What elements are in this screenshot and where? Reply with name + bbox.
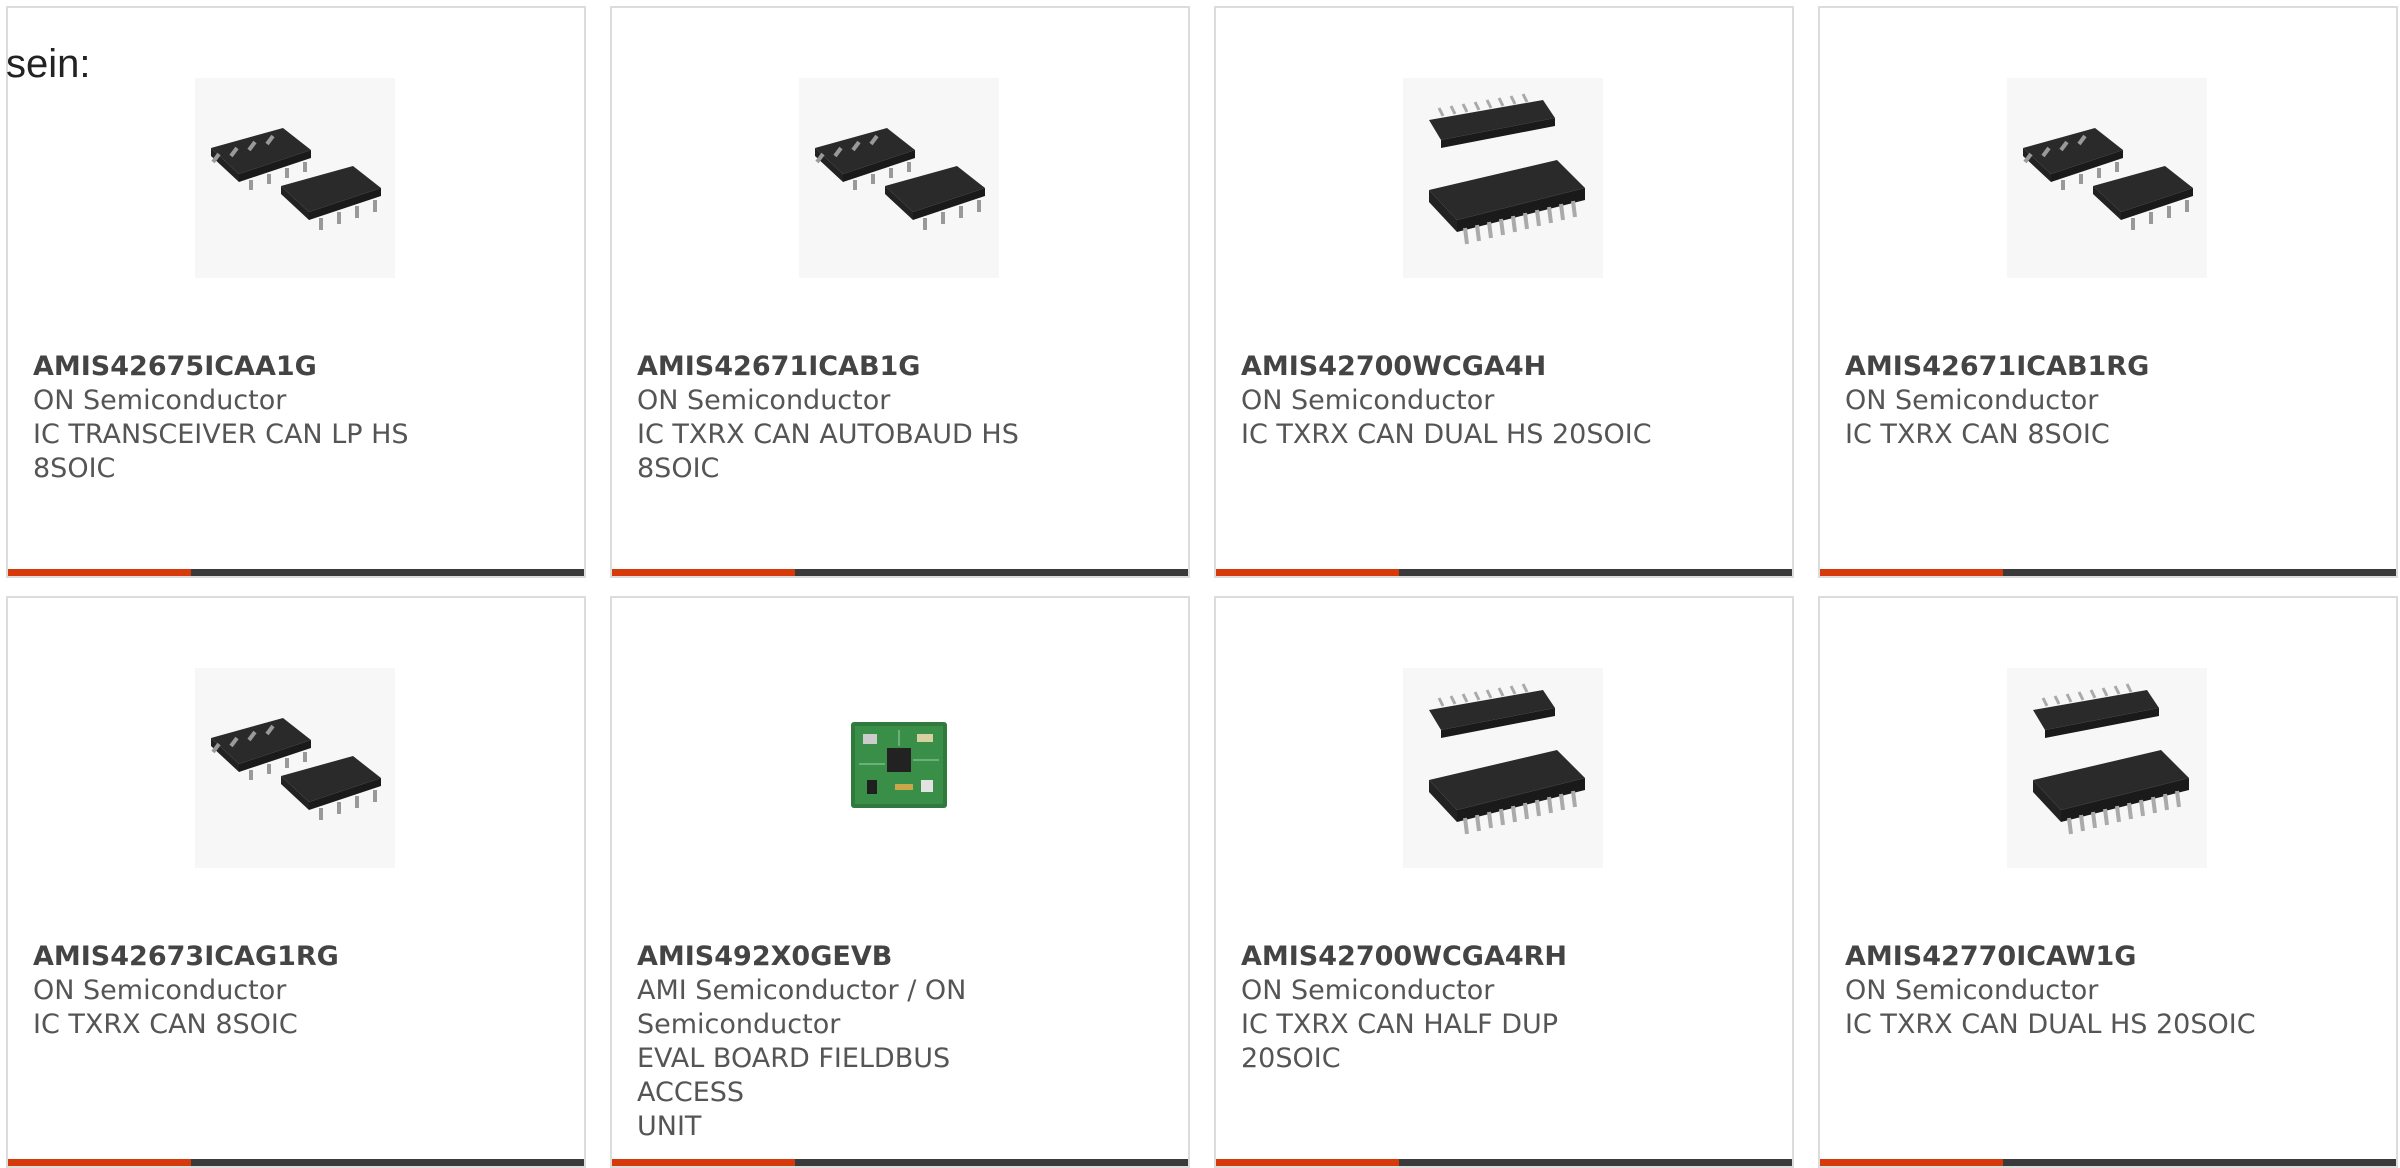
manufacturer: ON Semiconductor [1845,385,2099,416]
accent-bar [1216,569,1399,576]
product-card[interactable]: AMIS42770ICAW1G ON Semiconductor IC TXRX… [1818,596,2398,1168]
soic-8-chip-image[interactable] [2007,78,2207,278]
description: IC TXRX CAN 8SOIC [33,1009,298,1040]
part-number[interactable]: AMIS42671ICAB1G [637,350,1057,384]
dark-bar [1399,1159,1792,1166]
accent-bar [1820,569,2003,576]
soic-8-chip-image[interactable] [195,78,395,278]
manufacturer: ON Semiconductor [1241,385,1495,416]
description: IC TRANSCEIVER CAN LP HS [33,419,409,450]
soic-20-chip-image[interactable] [1403,78,1603,278]
dark-bar [2003,569,2396,576]
part-number[interactable]: AMIS42700WCGA4H [1241,350,1661,384]
description: IC TXRX CAN AUTOBAUD HS [637,419,1019,450]
soic-20-chip-image[interactable] [2007,668,2207,868]
part-number[interactable]: AMIS42673ICAG1RG [33,940,453,974]
product-card[interactable]: AMIS492X0GEVB AMI Semiconductor / ON Sem… [610,596,1190,1168]
soic-8-chip-image[interactable] [195,668,395,868]
soic-8-chip-image[interactable] [799,78,999,278]
accent-bar [1820,1159,2003,1166]
product-card[interactable]: AMIS42700WCGA4H ON Semiconductor IC TXRX… [1214,6,1794,578]
dark-bar [191,569,584,576]
product-card[interactable]: AMIS42675ICAA1G ON Semiconductor IC TRAN… [6,6,586,578]
description: IC TXRX CAN DUAL HS 20SOIC [1845,1009,2256,1040]
part-number[interactable]: AMIS42675ICAA1G [33,350,453,384]
accent-bar [1216,1159,1399,1166]
manufacturer: ON Semiconductor [33,975,287,1006]
description: IC TXRX CAN 8SOIC [1845,419,2110,450]
description: IC TXRX CAN DUAL HS 20SOIC [1241,419,1652,450]
product-card[interactable]: AMIS42671ICAB1G ON Semiconductor IC TXRX… [610,6,1190,578]
product-card[interactable]: AMIS42700WCGA4RH ON Semiconductor IC TXR… [1214,596,1794,1168]
intro-text: sein: [6,42,91,86]
manufacturer: ON Semiconductor [33,385,287,416]
accent-bar [8,569,191,576]
description-cont: UNIT [637,1111,702,1142]
description: IC TXRX CAN HALF DUP 20SOIC [1241,1009,1559,1074]
manufacturer: ON Semiconductor [1845,975,2099,1006]
manufacturer: AMI Semiconductor / ON [637,975,967,1006]
product-card[interactable]: AMIS42673ICAG1RG ON Semiconductor IC TXR… [6,596,586,1168]
dark-bar [2003,1159,2396,1166]
part-number[interactable]: AMIS42700WCGA4RH [1241,940,1661,974]
eval-board-image[interactable] [799,668,999,868]
description-cont: 8SOIC [637,453,720,484]
manufacturer: ON Semiconductor [1241,975,1495,1006]
dark-bar [191,1159,584,1166]
description: EVAL BOARD FIELDBUS ACCESS [637,1043,951,1108]
part-number[interactable]: AMIS492X0GEVB [637,940,1057,974]
manufacturer: ON Semiconductor [637,385,891,416]
product-card[interactable]: AMIS42671ICAB1RG ON Semiconductor IC TXR… [1818,6,2398,578]
dark-bar [795,1159,1188,1166]
part-number[interactable]: AMIS42671ICAB1RG [1845,350,2265,384]
soic-20-chip-image[interactable] [1403,668,1603,868]
accent-bar [612,1159,795,1166]
accent-bar [8,1159,191,1166]
manufacturer-cont: Semiconductor [637,1009,841,1040]
accent-bar [612,569,795,576]
dark-bar [1399,569,1792,576]
part-number[interactable]: AMIS42770ICAW1G [1845,940,2265,974]
dark-bar [795,569,1188,576]
description-cont: 8SOIC [33,453,116,484]
